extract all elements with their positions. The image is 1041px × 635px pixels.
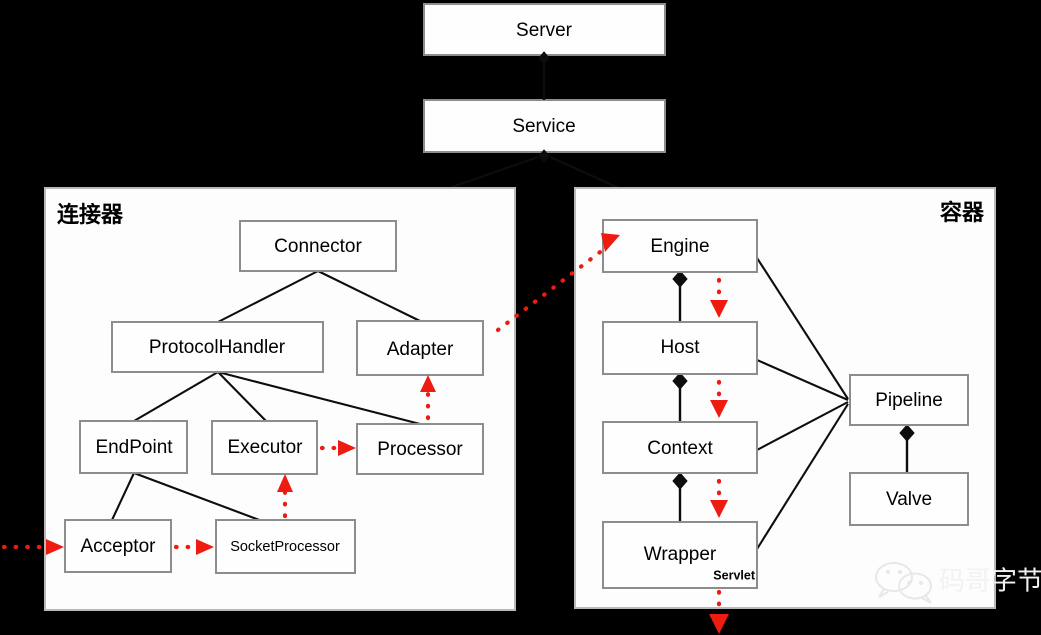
executor-label: Executor: [228, 437, 304, 458]
connector-panel-title: 连接器: [57, 202, 124, 228]
wrapper-servlet-label: Servlet: [713, 568, 756, 582]
node-acceptor[interactable]: Acceptor: [64, 519, 172, 573]
protocol-handler-label: ProtocolHandler: [149, 337, 286, 358]
wrapper-label: Wrapper: [644, 544, 717, 565]
node-service[interactable]: Service: [423, 99, 666, 153]
diagram-canvas: Server Service 连接器 Connector ProtocolHan…: [0, 0, 1041, 635]
engine-label: Engine: [650, 236, 709, 257]
node-adapter[interactable]: Adapter: [356, 320, 484, 376]
node-executor[interactable]: Executor: [211, 420, 318, 475]
node-server[interactable]: Server: [423, 3, 666, 56]
host-label: Host: [660, 337, 700, 358]
service-label: Service: [512, 116, 575, 137]
node-processor[interactable]: Processor: [356, 423, 484, 475]
architecture-diagram: Server Service 连接器 Connector ProtocolHan…: [1, 3, 1041, 634]
processor-label: Processor: [377, 439, 463, 460]
node-wrapper[interactable]: Wrapper Servlet: [602, 521, 758, 589]
adapter-label: Adapter: [387, 339, 454, 360]
node-engine[interactable]: Engine: [602, 219, 758, 273]
pipeline-label: Pipeline: [875, 390, 943, 411]
node-pipeline[interactable]: Pipeline: [849, 374, 969, 426]
endpoint-label: EndPoint: [95, 437, 173, 458]
connector-label: Connector: [274, 236, 362, 257]
watermark-text: 码哥字节: [939, 567, 1041, 597]
node-context[interactable]: Context: [602, 421, 758, 474]
server-label: Server: [516, 20, 573, 41]
node-endpoint[interactable]: EndPoint: [79, 420, 188, 474]
context-label: Context: [647, 438, 713, 459]
flow-arrow-out: [709, 614, 729, 634]
socket-processor-label: SocketProcessor: [230, 539, 340, 555]
node-socket-processor[interactable]: SocketProcessor: [215, 519, 356, 574]
node-protocol-handler[interactable]: ProtocolHandler: [111, 321, 324, 373]
container-panel-title: 容器: [940, 200, 985, 226]
node-connector[interactable]: Connector: [239, 220, 397, 272]
node-valve[interactable]: Valve: [849, 472, 969, 526]
acceptor-label: Acceptor: [81, 536, 157, 557]
node-host[interactable]: Host: [602, 321, 758, 375]
valve-label: Valve: [886, 489, 932, 510]
